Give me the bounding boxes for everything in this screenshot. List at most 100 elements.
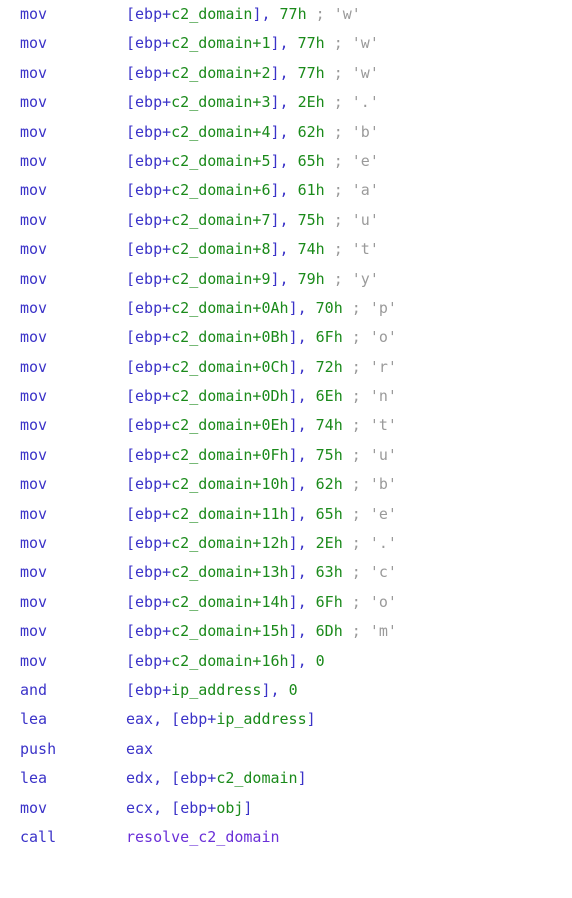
code-line[interactable]: mov [ebp+c2_domain+15h], 6Dh ; 'm' [0,617,572,646]
immediate-token: 74h [297,240,325,259]
code-line[interactable]: mov [ebp+c2_domain+13h], 63h ; 'c' [0,558,572,587]
register-token: ebp [135,357,163,376]
punctuation-token: ], [288,357,316,376]
local-variable-token: c2_domain+0Fh [171,445,289,464]
punctuation-token: [ [126,445,136,464]
comment-token: ; 'w' [306,5,361,23]
code-line[interactable]: lea edx, [ebp+c2_domain] [0,764,572,793]
code-line[interactable]: mov [ebp+c2_domain+0Eh], 74h ; 't' [0,411,572,440]
disassembly-listing[interactable]: mov [ebp+c2_domain], 77h ; 'w' mov [ebp+c2_… [0,0,572,898]
instruction-mnemonic: mov [20,151,48,170]
code-line[interactable]: mov [ebp+c2_domain+3], 2Eh ; '.' [0,88,572,117]
instruction-mnemonic: mov [20,798,48,817]
punctuation-token: [ [171,769,181,788]
punctuation-token: + [162,181,172,200]
comment-token: ; 'r' [342,357,397,376]
punctuation-token: [ [126,151,136,170]
code-line[interactable]: mov [ebp+c2_domain], 77h ; 'w' [0,0,572,29]
code-line[interactable]: push eax [0,735,572,764]
punctuation-token: ], [288,504,316,523]
punctuation-token: [ [126,93,136,112]
register-token: ebp [135,592,163,611]
punctuation-token: ], [288,328,316,347]
code-line[interactable]: lea eax, [ebp+ip_address] [0,705,572,734]
code-line[interactable]: mov [ebp+c2_domain+11h], 65h ; 'e' [0,500,572,529]
register-token: ebp [135,416,163,435]
instruction-mnemonic: push [20,739,57,758]
instruction-mnemonic: mov [20,416,48,435]
instruction-mnemonic: mov [20,387,48,406]
punctuation-token: ], [288,563,316,582]
punctuation-token: ], [288,298,316,317]
punctuation-token: ], [288,592,316,611]
code-line[interactable]: mov ecx, [ebp+obj] [0,794,572,823]
code-line[interactable]: mov [ebp+c2_domain+9], 79h ; 'y' [0,265,572,294]
code-line[interactable]: mov [ebp+c2_domain+0Fh], 75h ; 'u' [0,441,572,470]
punctuation-token: [ [126,680,136,699]
punctuation-token: ], [270,210,298,229]
punctuation-token: + [162,651,172,670]
code-line[interactable]: mov [ebp+c2_domain+5], 65h ; 'e' [0,147,572,176]
local-variable-token: c2_domain+0Bh [171,328,289,347]
punctuation-token: ], [261,680,289,699]
local-variable-token: c2_domain+0Ah [171,298,289,317]
code-line[interactable]: mov [ebp+c2_domain+0Bh], 6Fh ; 'o' [0,323,572,352]
local-variable-token: c2_domain+0Eh [171,416,289,435]
code-line[interactable]: and [ebp+ip_address], 0 [0,676,572,705]
code-line[interactable]: mov [ebp+c2_domain+0Ch], 72h ; 'r' [0,353,572,382]
code-line[interactable]: mov [ebp+c2_domain+0Dh], 6Eh ; 'n' [0,382,572,411]
punctuation-token: , [153,769,172,788]
code-line[interactable]: mov [ebp+c2_domain+16h], 0 [0,647,572,676]
code-line[interactable]: mov [ebp+c2_domain+4], 62h ; 'b' [0,118,572,147]
immediate-token: 77h [297,34,325,53]
punctuation-token: + [162,475,172,494]
register-token: ebp [135,240,163,259]
immediate-token: 77h [297,63,325,82]
instruction-mnemonic: mov [20,210,48,229]
punctuation-token: [ [126,416,136,435]
code-line[interactable]: mov [ebp+c2_domain+6], 61h ; 'a' [0,176,572,205]
immediate-token: 0 [288,680,298,699]
function-name-token[interactable]: resolve_c2_domain [126,828,280,846]
immediate-token: 62h [297,122,325,141]
instruction-mnemonic: lea [20,769,48,788]
code-line[interactable]: mov [ebp+c2_domain+0Ah], 70h ; 'p' [0,294,572,323]
register-token: ebp [135,210,163,229]
local-variable-token: c2_domain+14h [171,592,289,611]
comment-token: ; 'a' [324,181,379,200]
punctuation-token: [ [126,651,136,670]
instruction-mnemonic: mov [20,622,48,641]
local-variable-token: c2_domain+6 [171,181,271,200]
punctuation-token: + [162,622,172,641]
immediate-token: 75h [315,445,343,464]
instruction-mnemonic: mov [20,93,48,112]
immediate-token: 65h [297,151,325,170]
instruction-mnemonic: call [20,827,57,846]
code-line[interactable]: mov [ebp+c2_domain+14h], 6Fh ; 'o' [0,588,572,617]
local-variable-token: c2_domain+11h [171,504,289,523]
code-line[interactable]: mov [ebp+c2_domain+1], 77h ; 'w' [0,29,572,58]
comment-token: ; 'e' [324,151,379,170]
local-variable-token: obj [216,798,244,817]
local-variable-token: c2_domain [216,769,298,788]
punctuation-token: + [207,798,217,817]
instruction-mnemonic: mov [20,445,48,464]
instruction-mnemonic: mov [20,328,48,347]
punctuation-token: [ [126,122,136,141]
code-line[interactable]: mov [ebp+c2_domain+12h], 2Eh ; '.' [0,529,572,558]
punctuation-token: [ [126,622,136,641]
register-token: ebp [135,34,163,53]
code-line[interactable]: mov [ebp+c2_domain+2], 77h ; 'w' [0,59,572,88]
code-line[interactable]: call resolve_c2_domain [0,823,572,852]
punctuation-token: [ [126,357,136,376]
register-token: ebp [135,122,163,141]
immediate-token: 77h [279,5,307,23]
register-token: ebp [135,622,163,641]
local-variable-token: c2_domain+16h [171,651,289,670]
register-token: ebp [135,387,163,406]
register-token: ebp [180,769,208,788]
code-line[interactable]: mov [ebp+c2_domain+8], 74h ; 't' [0,235,572,264]
punctuation-token: + [162,151,172,170]
code-line[interactable]: mov [ebp+c2_domain+10h], 62h ; 'b' [0,470,572,499]
code-line[interactable]: mov [ebp+c2_domain+7], 75h ; 'u' [0,206,572,235]
